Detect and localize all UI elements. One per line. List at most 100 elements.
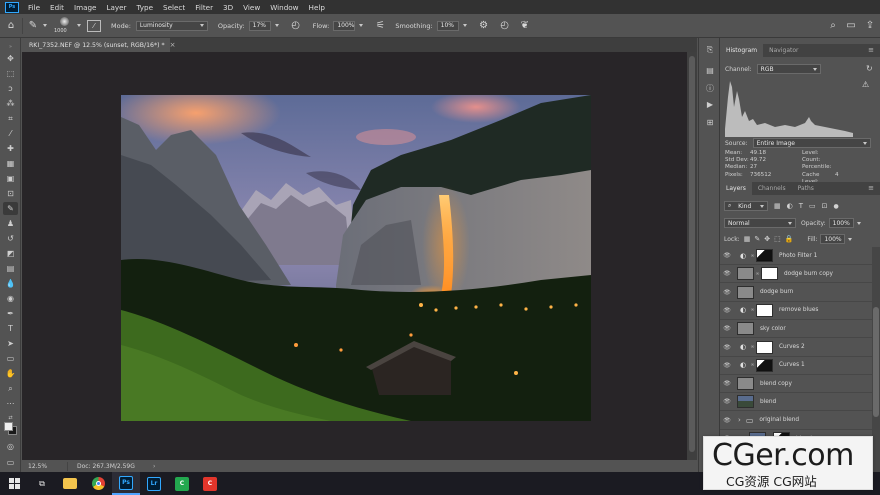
type-tool-icon[interactable]: T — [3, 322, 18, 335]
lock-pixels-icon[interactable]: ✎ — [754, 235, 760, 243]
history-brush-tool-icon[interactable]: ↺ — [3, 232, 18, 245]
menu-image[interactable]: Image — [69, 3, 102, 12]
layers-scrollbar[interactable] — [872, 247, 880, 472]
adjustments-panel-icon[interactable]: ▤ — [704, 64, 716, 76]
frame-tool-icon[interactable]: ▣ — [3, 172, 18, 185]
layer-thumbnail[interactable] — [737, 285, 754, 299]
path-selection-tool-icon[interactable]: ➤ — [3, 337, 18, 350]
menu-3d[interactable]: 3D — [218, 3, 238, 12]
layer-row[interactable]: 👁 dodge burn — [720, 284, 872, 302]
filter-smart-object-icon[interactable]: ⊡ — [822, 202, 828, 210]
menu-layer[interactable]: Layer — [101, 3, 131, 12]
brush-preset-icon[interactable]: ✎ — [23, 20, 43, 31]
properties-panel-icon[interactable]: ⊞ — [704, 116, 716, 128]
menu-view[interactable]: View — [238, 3, 265, 12]
layer-row[interactable]: 👁 blend — [720, 393, 872, 412]
lightroom-taskbar-icon[interactable]: Lr — [140, 472, 168, 495]
symmetry-butterfly-icon[interactable]: ❦ — [515, 20, 535, 31]
lasso-tool-icon[interactable]: ↄ — [3, 82, 18, 95]
filter-type-icon[interactable]: T — [799, 202, 803, 210]
chevron-down-icon[interactable] — [848, 237, 853, 241]
layer-row[interactable]: 👁 sky color — [720, 320, 872, 339]
filter-pixel-icon[interactable]: ▦ — [774, 202, 781, 210]
chevron-down-icon[interactable] — [77, 24, 81, 27]
lock-position-icon[interactable]: ✥ — [764, 235, 770, 243]
menu-edit[interactable]: Edit — [45, 3, 69, 12]
stamp-tool-icon[interactable]: ♟ — [3, 217, 18, 230]
mode-select[interactable]: Luminosity — [135, 20, 208, 31]
mask-link-icon[interactable]: ∞ — [749, 307, 756, 313]
history-panel-icon[interactable]: ⎘ — [704, 44, 716, 56]
healing-brush-tool-icon[interactable]: ✚ — [3, 142, 18, 155]
channel-select[interactable]: RGB — [756, 64, 821, 74]
chevron-down-icon[interactable] — [43, 24, 47, 27]
layer-row[interactable]: 👁 blend copy — [720, 375, 872, 394]
mask-link-icon[interactable]: ∞ — [749, 362, 756, 368]
layer-mask-thumbnail[interactable] — [756, 303, 773, 317]
camtasia-green-icon[interactable]: C — [168, 472, 196, 495]
opacity-field[interactable]: 17% — [248, 20, 271, 31]
menu-file[interactable]: File — [23, 3, 45, 12]
warning-icon[interactable]: ⚠ — [862, 80, 869, 89]
menu-help[interactable]: Help — [304, 3, 330, 12]
info-panel-icon[interactable]: ⓘ — [704, 82, 716, 94]
task-view-icon[interactable]: ⧉ — [28, 472, 56, 495]
chevron-down-icon[interactable] — [359, 24, 364, 27]
chevron-right-icon[interactable]: › — [153, 463, 155, 470]
layer-row[interactable]: 👁 ◐ ∞ Curves 2 — [720, 339, 872, 357]
filter-adjustment-icon[interactable]: ◐ — [787, 202, 793, 210]
visibility-eye-icon[interactable]: 👁 — [720, 398, 734, 405]
lock-transparent-icon[interactable]: ▦ — [744, 235, 751, 243]
tab-navigator[interactable]: Navigator — [763, 44, 804, 57]
search-icon[interactable]: ⌕ — [824, 20, 842, 31]
visibility-eye-icon[interactable]: 👁 — [720, 417, 734, 424]
layer-thumbnail[interactable] — [737, 377, 754, 391]
visibility-eye-icon[interactable]: 👁 — [720, 289, 734, 296]
marquee-tool-icon[interactable]: ⬚ — [3, 67, 18, 80]
menu-filter[interactable]: Filter — [190, 3, 218, 12]
visibility-eye-icon[interactable]: 👁 — [720, 252, 734, 259]
gradient-tool-icon[interactable]: ▤ — [3, 262, 18, 275]
layer-kind-select[interactable]: ⌕ Kind — [724, 201, 768, 211]
mask-link-icon[interactable]: ∞ — [749, 344, 756, 350]
layer-row[interactable]: 👁 ◐ ∞ Curves 1 — [720, 357, 872, 375]
quick-mask-icon[interactable]: ◎ — [3, 440, 18, 453]
foreground-color-swatch[interactable] — [4, 422, 13, 431]
camtasia-red-icon[interactable]: C — [196, 472, 224, 495]
dodge-tool-icon[interactable]: ◉ — [3, 292, 18, 305]
move-tool-icon[interactable]: ✥ — [3, 52, 18, 65]
tab-paths[interactable]: Paths — [792, 182, 820, 195]
canvas-area[interactable] — [22, 52, 687, 460]
chevron-down-icon[interactable] — [462, 24, 467, 27]
eyedropper-tool-icon[interactable]: ⁄ — [3, 127, 18, 140]
visibility-eye-icon[interactable]: 👁 — [720, 344, 734, 351]
layer-thumbnail[interactable] — [737, 322, 754, 336]
tab-channels[interactable]: Channels — [752, 182, 792, 195]
quick-select-tool-icon[interactable]: ⁂ — [3, 97, 18, 110]
panel-menu-icon[interactable]: ≡ — [868, 184, 874, 192]
canvas-vertical-scrollbar[interactable] — [687, 52, 697, 460]
layer-mask-thumbnail[interactable] — [756, 340, 773, 354]
filter-toggle-icon[interactable]: ● — [834, 203, 839, 210]
filter-shape-icon[interactable]: ▭ — [809, 202, 816, 210]
brush-tool-icon[interactable]: ✎ — [3, 202, 18, 215]
chevron-down-icon[interactable] — [274, 24, 279, 27]
visibility-eye-icon[interactable]: 👁 — [720, 325, 734, 332]
menu-select[interactable]: Select — [158, 3, 190, 12]
scrollbar-thumb[interactable] — [873, 307, 879, 417]
layer-mask-thumbnail[interactable] — [756, 249, 773, 262]
pen-tool-icon[interactable]: ✒ — [3, 307, 18, 320]
smoothing-field[interactable]: 10% — [436, 20, 459, 31]
source-select[interactable]: Entire Image — [752, 138, 871, 148]
zoom-level[interactable]: 12.5% — [28, 463, 58, 470]
document-tab[interactable]: RKI_7352.NEF @ 12.5% (sunset, RGB/16*) *… — [22, 38, 175, 52]
zoom-tool-icon[interactable]: ⌕ — [3, 382, 18, 395]
fill-field[interactable]: 100% — [820, 234, 846, 244]
layer-row[interactable]: 👁 ◐ ∞ Photo Filter 1 — [720, 247, 872, 265]
eraser-tool-icon[interactable]: ◩ — [3, 247, 18, 260]
windows-start-icon[interactable] — [0, 472, 28, 495]
crop-tool-icon[interactable]: ⌗ — [3, 112, 18, 125]
lock-artboard-icon[interactable]: ⬚ — [774, 235, 781, 243]
brush-panel-icon[interactable]: ⁄ — [87, 19, 101, 32]
layer-thumbnail[interactable] — [737, 267, 754, 281]
